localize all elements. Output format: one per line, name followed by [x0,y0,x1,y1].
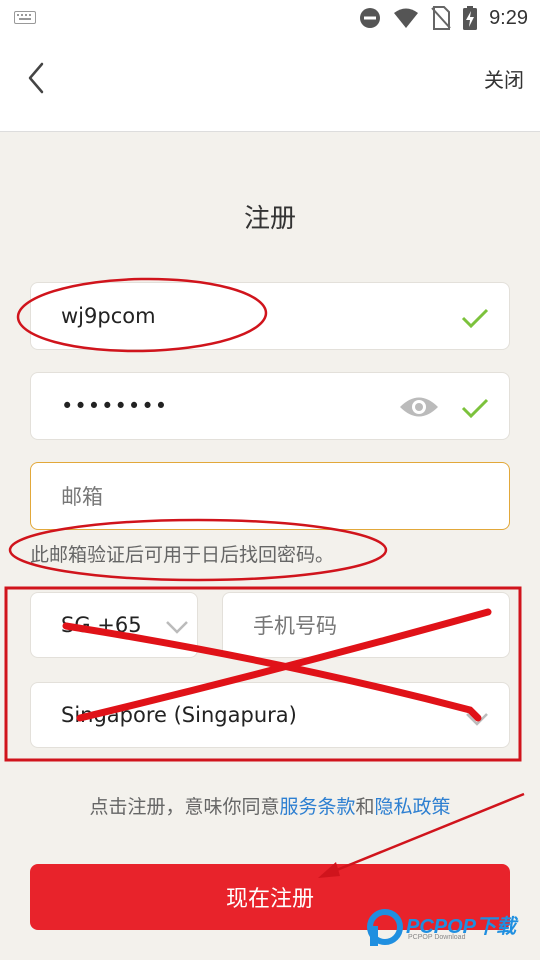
terms-of-service-link[interactable]: 服务条款 [279,796,355,818]
email-hint: 此邮箱验证后可用于日后找回密码。 [30,544,335,566]
do-not-disturb-icon [360,8,381,28]
country-code-value: SG +65 [61,613,142,637]
wifi-icon [394,8,419,28]
phone-placeholder: 手机号码 [253,614,337,638]
watermark-sub: PCPOP Download [408,934,466,941]
no-sim-icon [431,6,451,30]
agreement-text: 点击注册，意味你同意服务条款和隐私政策 [0,792,540,819]
top-app-bar: 关闭 [0,36,540,120]
battery-charging-icon [463,6,478,30]
pcpop-logo-icon [367,909,403,946]
chevron-down-icon [466,713,488,726]
chevron-down-icon [166,621,188,634]
clock: 9:29 [489,6,528,29]
pcpop-watermark: PCPOP下载 PCPOP Download [364,906,534,956]
page-title: 注册 [243,204,296,234]
keyboard-icon [14,11,36,24]
username-value: wj9pcom [61,304,156,328]
phone-number-input[interactable]: 手机号码 [222,592,510,658]
agreement-and: 和 [355,796,375,818]
check-icon [461,308,489,329]
email-field[interactable]: 邮箱 [30,462,510,530]
close-button[interactable]: 关闭 [484,64,524,93]
status-bar: 9:29 [0,0,540,36]
country-value: Singapore (Singapura) [61,703,297,727]
country-select[interactable]: Singapore (Singapura) [30,682,510,748]
password-value: •••••••• [61,394,169,418]
privacy-policy-link[interactable]: 隐私政策 [375,796,451,818]
agreement-prefix: 点击注册，意味你同意 [89,796,280,818]
country-code-select[interactable]: SG +65 [30,592,198,658]
username-field[interactable]: wj9pcom [30,282,510,350]
header-divider [0,120,540,132]
show-password-eye-icon[interactable] [399,394,439,420]
email-placeholder: 邮箱 [61,485,103,509]
password-field[interactable]: •••••••• [30,372,510,440]
check-icon [461,398,489,419]
back-arrow-icon[interactable] [22,60,52,96]
